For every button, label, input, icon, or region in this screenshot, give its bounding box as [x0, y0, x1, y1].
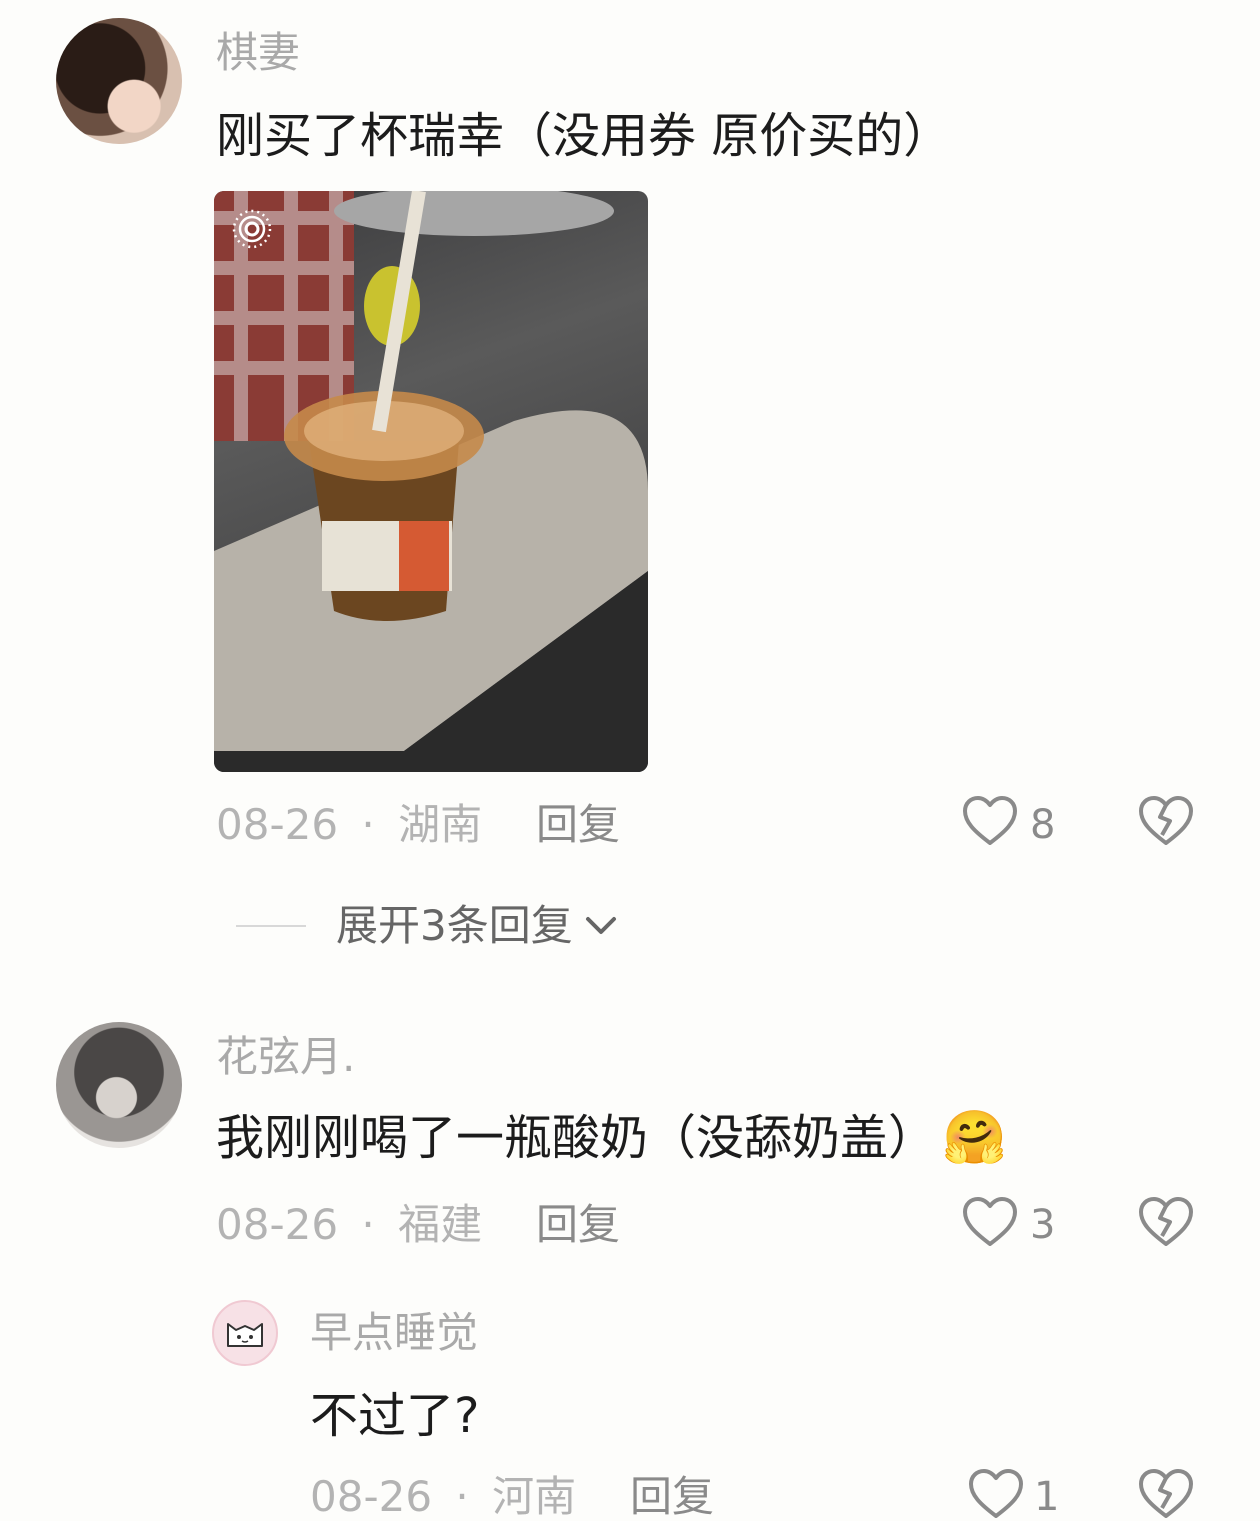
heart-outline-icon[interactable] — [962, 1196, 1018, 1248]
expand-replies-label: 展开3条回复 — [336, 901, 573, 950]
broken-heart-icon[interactable] — [1138, 1468, 1194, 1520]
meta-separator: · — [361, 1200, 375, 1249]
like-count: 1 — [1034, 1474, 1060, 1520]
meta-separator: · — [361, 800, 375, 849]
comment-meta: 08-26 · 福建 — [216, 1204, 482, 1246]
comment-date: 08-26 — [216, 800, 339, 849]
live-photo-icon — [232, 209, 272, 249]
comment-username[interactable]: 棋妻 — [216, 32, 300, 74]
reply-username[interactable]: 早点睡觉 — [310, 1312, 478, 1354]
avatar[interactable] — [56, 1022, 182, 1148]
heart-outline-icon[interactable] — [968, 1468, 1024, 1520]
broken-heart-icon[interactable] — [1138, 1196, 1194, 1248]
expand-replies-button[interactable]: 展开3条回复 — [336, 905, 619, 947]
chevron-down-icon — [583, 914, 619, 938]
comment-text-body: 我刚刚喝了一瓶酸奶（没舔奶盖） — [216, 1110, 937, 1166]
reply-meta: 08-26 · 河南 — [310, 1476, 576, 1518]
like-count: 3 — [1030, 1202, 1056, 1248]
comment-meta: 08-26 · 湖南 — [216, 804, 482, 846]
reply-button[interactable]: 回复 — [630, 1476, 714, 1518]
cat-avatar-icon — [227, 1323, 263, 1347]
meta-separator: · — [455, 1472, 469, 1521]
broken-heart-icon[interactable] — [1138, 795, 1194, 847]
expand-divider — [236, 925, 306, 927]
reply-button[interactable]: 回复 — [536, 1204, 620, 1246]
comment-region: 湖南 — [398, 800, 483, 849]
like-count: 8 — [1030, 802, 1056, 848]
comment-username[interactable]: 花弦月. — [216, 1036, 355, 1078]
comment-text: 我刚刚喝了一瓶酸奶（没舔奶盖） 🤗 — [216, 1112, 1007, 1164]
reply-region: 河南 — [492, 1472, 577, 1521]
heart-outline-icon[interactable] — [962, 795, 1018, 847]
reply-avatar[interactable] — [212, 1300, 278, 1366]
comment-photo[interactable] — [214, 191, 648, 772]
comment-region: 福建 — [398, 1200, 483, 1249]
avatar[interactable] — [56, 18, 182, 144]
hugging-face-emoji: 🤗 — [942, 1108, 1007, 1168]
coffee-photo — [214, 191, 648, 772]
reply-date: 08-26 — [310, 1472, 433, 1521]
reply-button[interactable]: 回复 — [536, 804, 620, 846]
comment-text: 刚买了杯瑞幸（没用券 原价买的） — [216, 108, 952, 164]
comment-date: 08-26 — [216, 1200, 339, 1249]
reply-text: 不过了? — [310, 1388, 480, 1444]
